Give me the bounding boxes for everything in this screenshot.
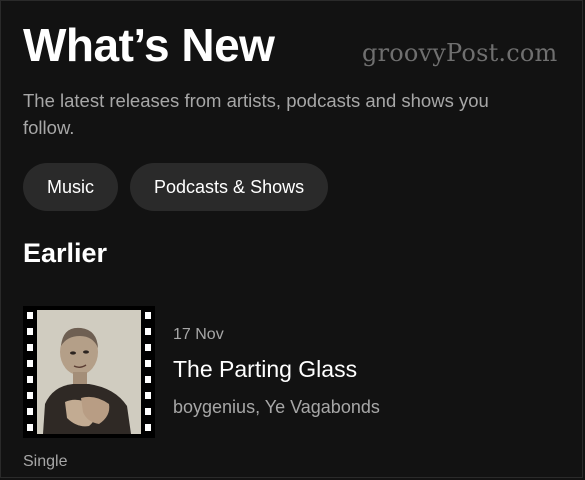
release-type: Single [23, 453, 68, 470]
release-title[interactable]: The Parting Glass [173, 356, 357, 383]
release-item[interactable]: 17 Nov The Parting Glass boygenius, Ye V… [23, 306, 563, 442]
page-title: What’s New [23, 19, 275, 71]
album-cover [23, 306, 155, 438]
release-date: 17 Nov [173, 326, 224, 343]
filter-chip-music[interactable]: Music [23, 163, 119, 211]
section-heading: Earlier [23, 238, 108, 268]
page-subtitle: The latest releases from artists, podcas… [23, 90, 489, 138]
app-frame: What’s New groovyPost.com The latest rel… [0, 0, 583, 478]
filter-chip-podcasts-shows[interactable]: Podcasts & Shows [130, 163, 329, 211]
watermark: groovyPost.com [362, 39, 558, 67]
album-cover-art [23, 306, 155, 438]
filter-chips: Music Podcasts & Shows [23, 163, 329, 211]
release-artists[interactable]: boygenius, Ye Vagabonds [173, 397, 380, 418]
